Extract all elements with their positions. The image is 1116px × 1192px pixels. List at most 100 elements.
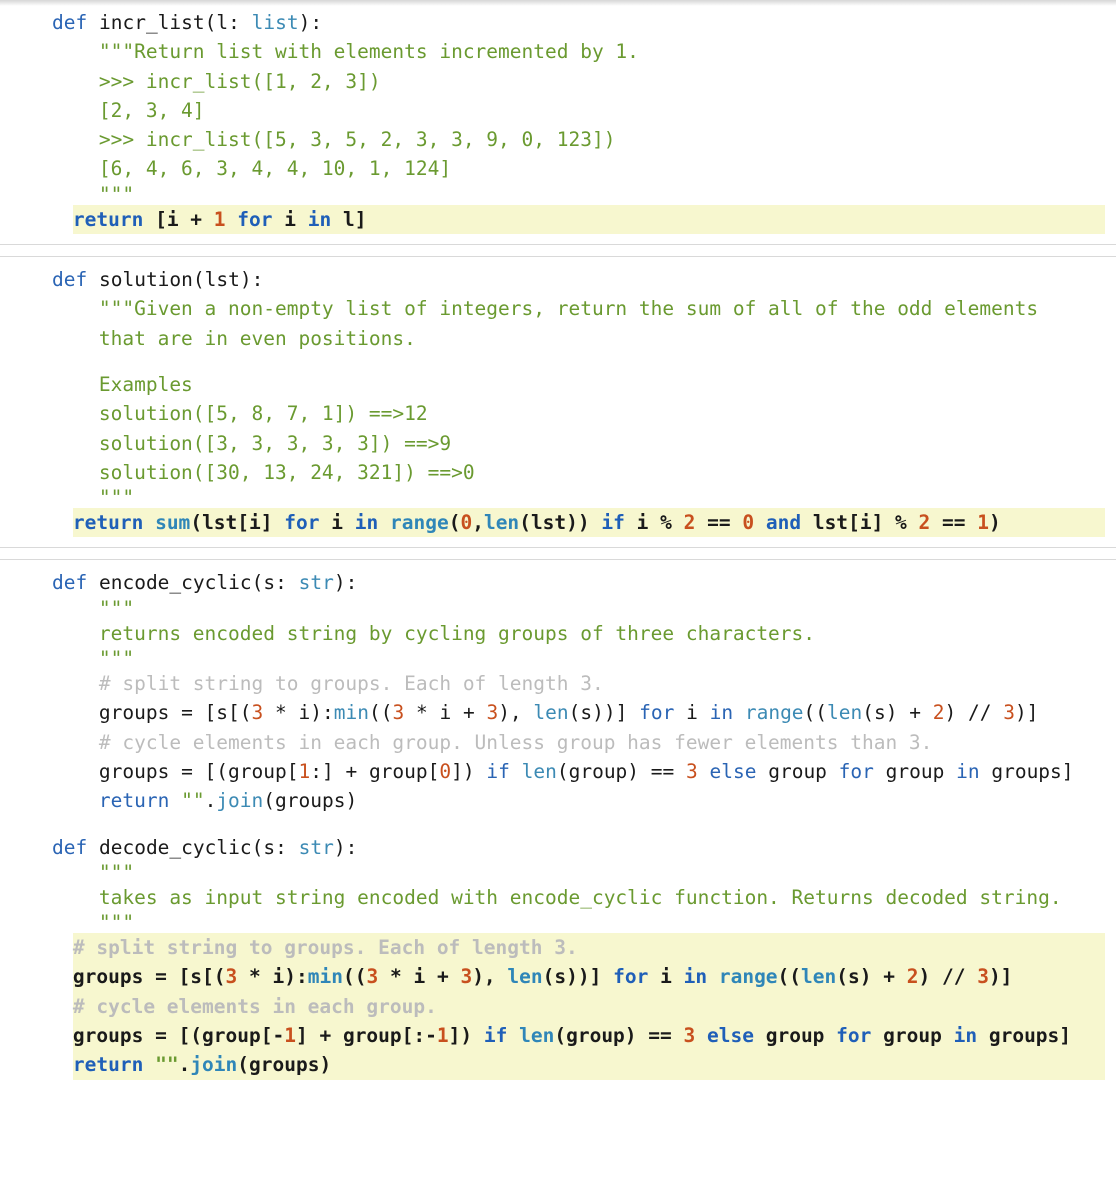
code-indent (0, 991, 73, 1022)
code-text: return "".join(groups) (72, 1053, 332, 1077)
code-line: """ (0, 487, 1116, 508)
code-text: solution([3, 3, 3, 3, 3]) ==>9 (98, 431, 452, 455)
code-line: return [i + 1 for i in l] (0, 204, 1116, 235)
code-line: solution([3, 3, 3, 3, 3]) ==>9 (0, 429, 1116, 458)
code-text: groups = [s[(3 * i):min((3 * i + 3), len… (72, 965, 1013, 989)
code-text: """Return list with elements incremented… (98, 40, 639, 64)
code-line: """Return list with elements incremented… (0, 37, 1116, 66)
code-line: [6, 4, 6, 3, 4, 4, 10, 1, 124] (0, 154, 1116, 183)
code-text: returns encoded string by cycling groups… (98, 621, 816, 645)
code-line: def encode_cyclic(s: str): (0, 568, 1116, 597)
code-line: """Given a non-empty list of integers, r… (0, 294, 1116, 323)
code-line: >>> incr_list([1, 2, 3]) (0, 67, 1116, 96)
code-line: # cycle elements in each group. (0, 991, 1116, 1022)
code-lines: def incr_list(l: list): """Return list w… (0, 8, 1116, 235)
code-line: solution([5, 8, 7, 1]) ==>12 (0, 399, 1116, 428)
code-indent (0, 1021, 73, 1051)
code-indent (0, 508, 73, 538)
code-text: """ (98, 647, 135, 671)
code-line: return "".join(groups) (0, 1050, 1116, 1080)
code-text: # cycle elements in each group. (72, 994, 437, 1018)
code-block-incr-list: def incr_list(l: list): """Return list w… (0, 0, 1116, 245)
code-line: """ (0, 912, 1116, 933)
code-text: groups = [(group[-1] + group[:-1]) if le… (72, 1024, 1072, 1048)
code-line: groups = [s[(3 * i):min((3 * i + 3), len… (0, 698, 1116, 727)
code-line: # cycle elements in each group. Unless g… (0, 728, 1116, 757)
code-line: groups = [(group[1:] + group[0]) if len(… (0, 757, 1116, 786)
code-lines: def encode_cyclic(s: str): """ returns e… (0, 568, 1116, 1080)
code-text: [2, 3, 4] (98, 98, 205, 122)
code-text: return [i + 1 for i in l] (72, 207, 367, 231)
code-text: that are in even positions. (98, 326, 416, 350)
code-viewer: def incr_list(l: list): """Return list w… (0, 0, 1116, 1090)
code-block-solution: def solution(lst): """Given a non-empty … (0, 257, 1116, 548)
code-text: """ (98, 911, 135, 935)
code-text: """ (98, 182, 135, 206)
code-text: groups = [s[(3 * i):min((3 * i + 3), len… (98, 701, 1039, 725)
code-text: """ (98, 486, 135, 510)
code-text: """Given a non-empty list of integers, r… (98, 297, 1039, 321)
code-line: groups = [s[(3 * i):min((3 * i + 3), len… (0, 962, 1116, 992)
code-text: [6, 4, 6, 3, 4, 4, 10, 1, 124] (98, 157, 452, 181)
code-block-body: def solution(lst): """Given a non-empty … (0, 257, 1116, 547)
code-line: def incr_list(l: list): (0, 8, 1116, 37)
code-text: # split string to groups. Each of length… (98, 672, 604, 696)
code-text: >>> incr_list([5, 3, 5, 2, 3, 3, 9, 0, 1… (98, 128, 616, 152)
code-text: def solution(lst): (52, 268, 264, 292)
code-text: def incr_list(l: list): (52, 11, 323, 34)
code-block-body: def incr_list(l: list): """Return list w… (0, 0, 1116, 244)
code-line: groups = [(group[-1] + group[:-1]) if le… (0, 1021, 1116, 1051)
code-text: Examples (98, 372, 193, 396)
code-indent (0, 1050, 73, 1080)
code-line: # split string to groups. Each of length… (0, 669, 1116, 698)
code-line: solution([30, 13, 24, 321]) ==>0 (0, 458, 1116, 487)
code-text: solution([30, 13, 24, 321]) ==>0 (98, 460, 475, 484)
code-text: takes as input string encoded with encod… (98, 885, 1062, 909)
code-text: # cycle elements in each group. Unless g… (98, 730, 933, 754)
code-line: [2, 3, 4] (0, 96, 1116, 125)
block-divider-gap (0, 548, 1116, 560)
code-line: Examples (0, 370, 1116, 399)
code-line: def decode_cyclic(s: str): (0, 833, 1116, 862)
code-lines: def solution(lst): """Given a non-empty … (0, 265, 1116, 538)
code-text: return sum(lst[i] for i in range(0,len(l… (72, 511, 1001, 535)
code-indent (0, 962, 73, 992)
code-line: that are in even positions. (0, 324, 1116, 353)
code-indent (0, 933, 73, 963)
code-text: solution([5, 8, 7, 1]) ==>12 (98, 402, 428, 426)
code-text: groups = [(group[1:] + group[0]) if len(… (98, 759, 1074, 783)
code-line: """ (0, 648, 1116, 669)
code-line: returns encoded string by cycling groups… (0, 619, 1116, 648)
block-divider-gap (0, 245, 1116, 257)
code-line: """ (0, 862, 1116, 883)
code-text: # split string to groups. Each of length… (72, 936, 578, 960)
code-line: # split string to groups. Each of length… (0, 933, 1116, 963)
code-indent (0, 204, 73, 235)
code-line: return sum(lst[i] for i in range(0,len(l… (0, 508, 1116, 538)
code-text: """ (98, 596, 135, 620)
code-text: def decode_cyclic(s: str): (52, 835, 358, 859)
code-line: >>> incr_list([5, 3, 5, 2, 3, 3, 9, 0, 1… (0, 125, 1116, 154)
